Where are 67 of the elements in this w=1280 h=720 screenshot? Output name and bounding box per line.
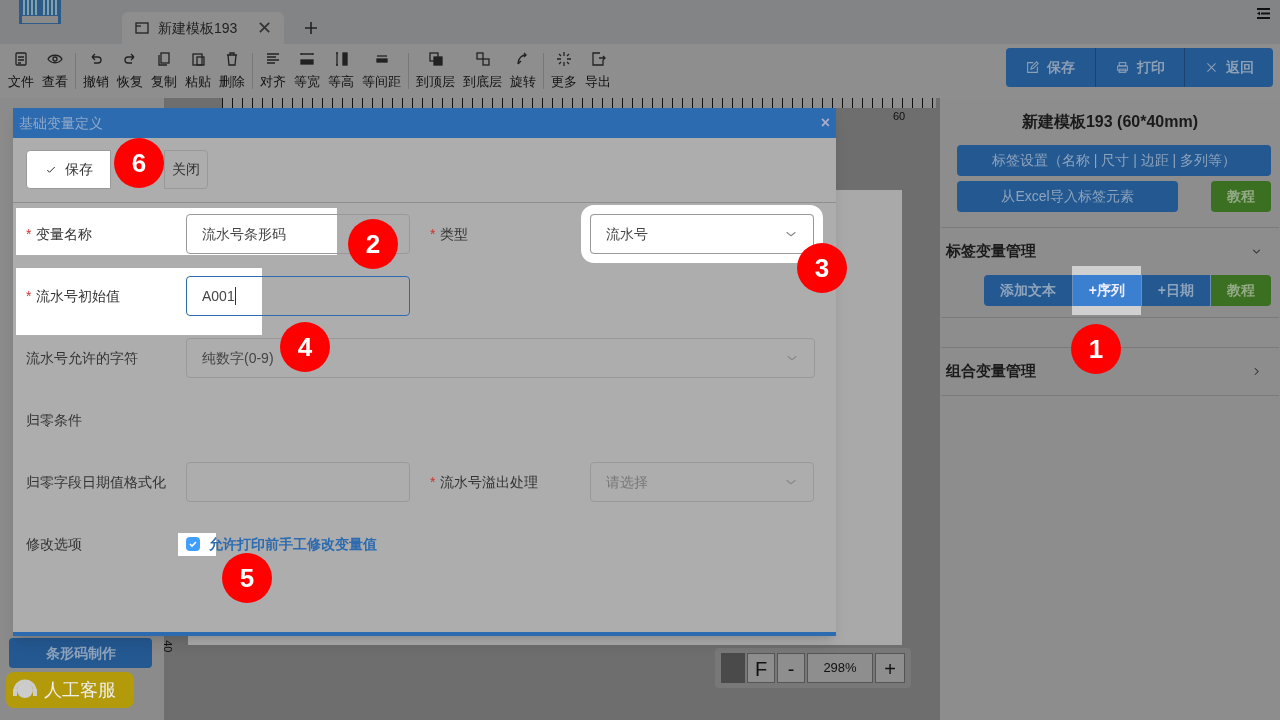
equal-width-icon — [299, 50, 315, 67]
toolbar-button[interactable]: 更多 — [547, 50, 581, 92]
edit-icon — [1026, 61, 1039, 74]
field-label: 修改选项 — [26, 534, 82, 554]
toolbar-button[interactable]: 旋转 — [506, 50, 540, 92]
toolbar-button[interactable]: 导出 — [581, 50, 615, 92]
check-icon — [188, 539, 198, 549]
zoom-level: 298% — [807, 653, 873, 683]
field-label: 归零字段日期值格式化 — [26, 472, 166, 492]
zoom-button[interactable]: + — [875, 653, 905, 683]
import-button[interactable]: 从Excel导入标签元素 — [957, 181, 1178, 212]
ruler-label: 40 — [161, 640, 176, 653]
toolbar-button[interactable]: 文件 — [4, 50, 38, 92]
dialog-title: 基础变量定义 — [19, 113, 103, 133]
align-left-icon — [265, 50, 281, 67]
required-mark: * — [26, 286, 32, 306]
dialog-button[interactable]: 关闭 — [164, 150, 208, 189]
section-title[interactable]: 组合变量管理 — [946, 360, 1036, 383]
required-mark: * — [26, 224, 32, 244]
toolbar-button[interactable]: 粘贴 — [181, 50, 215, 92]
toolbar-button[interactable]: 复制 — [147, 50, 181, 92]
required-mark: * — [430, 224, 436, 244]
tab-close-button[interactable]: ✕ — [257, 14, 273, 42]
section-title[interactable]: 标签变量管理 — [946, 240, 1036, 263]
toolbar-button[interactable]: 恢复 — [113, 50, 147, 92]
field-label: 变量名称 — [36, 224, 93, 244]
field-label: 流水号初始值 — [36, 286, 121, 306]
required-mark: * — [430, 472, 436, 492]
bring-front-icon — [427, 50, 444, 67]
field-label: 类型 — [440, 224, 469, 244]
toolbar-button[interactable]: 删除 — [215, 50, 249, 92]
equal-height-icon — [333, 50, 349, 67]
window-icon — [134, 20, 150, 36]
toolbar-button[interactable]: 等间距 — [358, 50, 405, 92]
settings-button[interactable]: 标签设置（名称 | 尺寸 | 边距 | 多列等） — [957, 145, 1271, 176]
tab[interactable]: 新建模板193 ✕ — [122, 12, 285, 44]
zoom-button[interactable]: F — [747, 653, 775, 683]
trash-icon — [224, 50, 240, 67]
toolbar-button[interactable]: 等宽 — [290, 50, 324, 92]
add-tab-icon[interactable] — [304, 21, 319, 35]
field-label: 归零条件 — [26, 410, 82, 430]
send-back-icon — [474, 50, 491, 67]
printer-icon — [1115, 61, 1129, 74]
close-icon — [1204, 61, 1218, 74]
export-icon — [590, 50, 606, 67]
toolbar-button[interactable]: 查看 — [38, 50, 72, 92]
toolbar-button[interactable]: 对齐 — [256, 50, 290, 92]
checkbox[interactable] — [186, 537, 200, 551]
document-icon — [13, 50, 29, 67]
zoom-button[interactable]: - — [777, 653, 805, 683]
color-swatch[interactable] — [721, 653, 745, 683]
template-title: 新建模板193 (60*40mm) — [1020, 112, 1200, 132]
dialog-button[interactable]: 保存 — [26, 150, 111, 189]
field-label: 流水号溢出处理 — [440, 472, 539, 492]
toolbar-button[interactable]: 到底层 — [459, 50, 506, 92]
text-field[interactable]: A001 — [186, 276, 410, 316]
sparkle-icon — [556, 50, 572, 67]
support-label: 人工客服 — [44, 678, 116, 702]
tab-label: 新建模板193 — [158, 18, 238, 38]
field-label: 流水号允许的字符 — [26, 348, 138, 368]
toolbar-button[interactable]: 等高 — [324, 50, 358, 92]
toolbar-button[interactable]: 撤销 — [79, 50, 113, 92]
copy-icon — [156, 50, 172, 67]
toolbar-button[interactable]: 到顶层 — [412, 50, 459, 92]
ruler-label: 60 — [893, 109, 906, 124]
clipboard-icon — [190, 50, 206, 67]
menu-icon[interactable] — [1257, 8, 1270, 19]
